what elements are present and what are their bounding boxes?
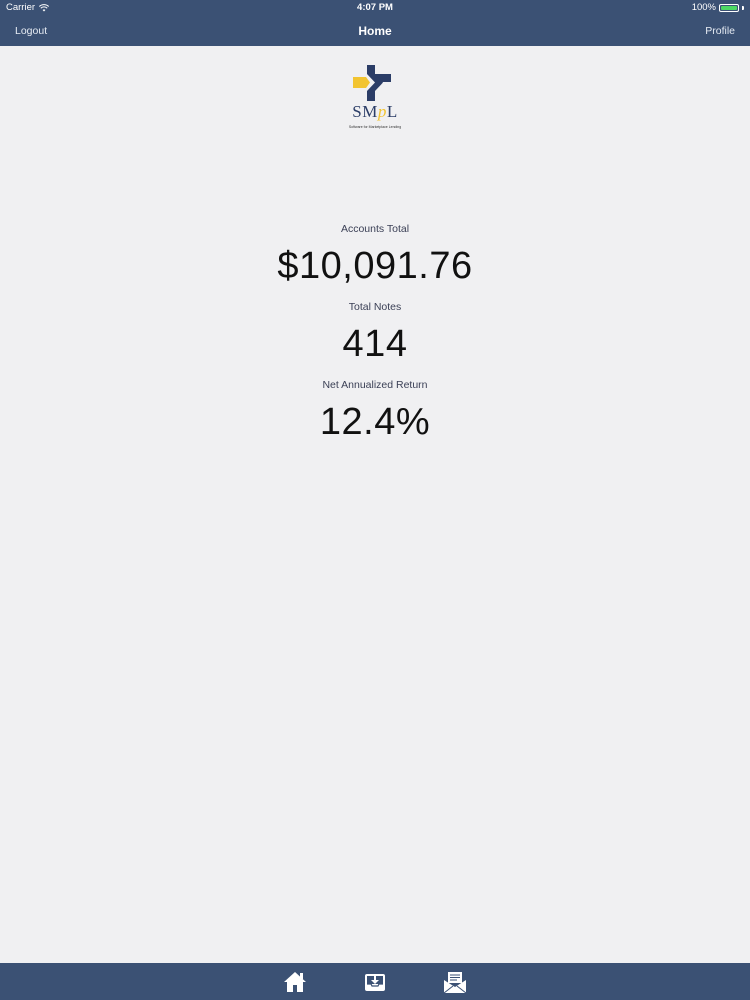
- open-mail-icon: [443, 972, 467, 994]
- profile-button[interactable]: Profile: [705, 16, 735, 46]
- home-icon: [284, 972, 306, 992]
- battery-icon: [719, 4, 739, 12]
- smpl-logo: SMpL Software for Marketplace Lending: [340, 62, 410, 134]
- logo-mark-icon: [353, 65, 391, 101]
- status-bar: Carrier 4:07 PM 100%: [0, 0, 750, 16]
- total-notes-value: 414: [342, 323, 408, 365]
- top-bar: Carrier 4:07 PM 100% Logout Home Profile: [0, 0, 750, 46]
- page-title: Home: [358, 24, 392, 38]
- inbox-download-icon: [365, 974, 385, 991]
- battery-indicator: 100%: [692, 0, 744, 16]
- navigation-bar: Logout Home Profile: [0, 16, 750, 46]
- logo-wordmark: SMpL: [340, 102, 410, 122]
- tab-inbox[interactable]: [362, 969, 388, 995]
- logo-text-l: L: [386, 102, 398, 121]
- net-annualized-return-label: Net Annualized Return: [322, 379, 428, 391]
- logo-tagline: Software for Marketplace Lending: [348, 125, 402, 129]
- accounts-total-label: Accounts Total: [340, 223, 410, 235]
- battery-percent: 100%: [691, 2, 716, 13]
- net-annualized-return-value: 12.4%: [319, 401, 431, 443]
- tab-bar: [0, 963, 750, 1000]
- tab-home[interactable]: [282, 969, 308, 995]
- battery-tip: [742, 6, 744, 10]
- total-notes-label: Total Notes: [348, 301, 402, 313]
- logo-text-sm: SM: [352, 102, 378, 121]
- logo-text-p: p: [377, 102, 387, 121]
- battery-level: [721, 6, 737, 10]
- tab-messages[interactable]: [442, 969, 468, 995]
- accounts-total-value: $10,091.76: [277, 245, 473, 287]
- status-time: 4:07 PM: [357, 2, 393, 13]
